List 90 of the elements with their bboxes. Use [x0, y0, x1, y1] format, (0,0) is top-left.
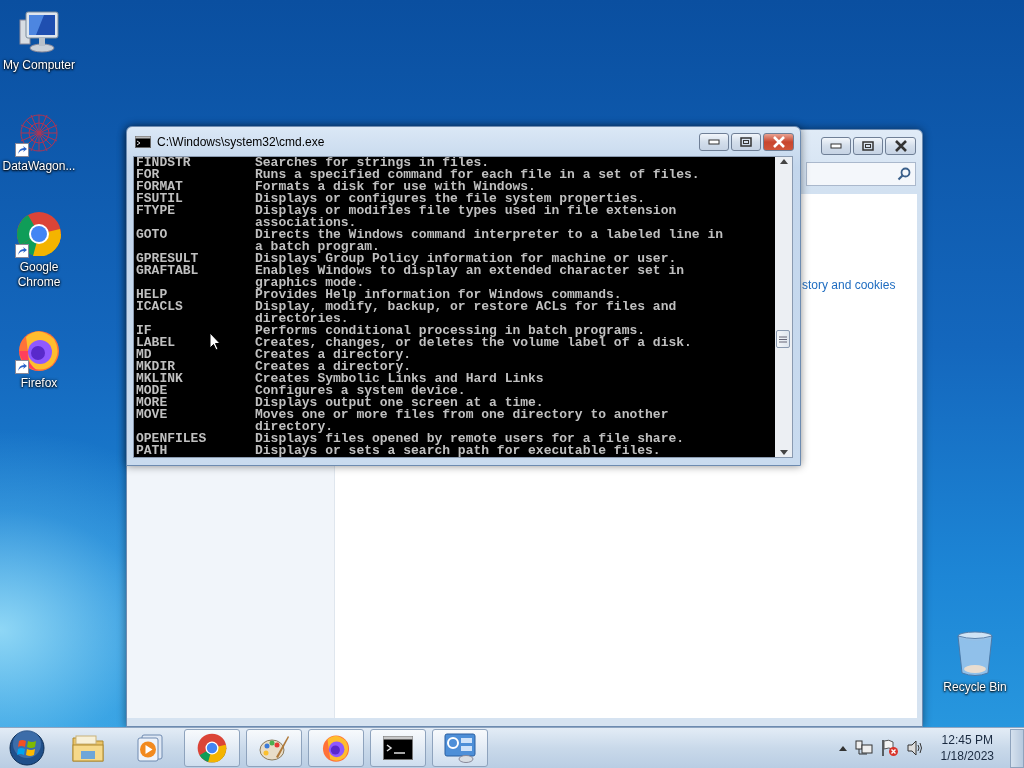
command-description: associations.: [255, 217, 357, 229]
desktop-icon-label[interactable]: Recycle Bin: [936, 680, 1014, 695]
command-name: OPENFILES: [136, 431, 207, 446]
command-description: directory.: [255, 421, 333, 433]
command-description: Configures a system device.: [255, 385, 466, 397]
network-icon[interactable]: [854, 740, 873, 756]
command-description: Searches for strings in files.: [255, 157, 490, 169]
scroll-up-icon[interactable]: [779, 159, 788, 164]
command-description: Displays files opened by remote users for a file share.: [255, 433, 685, 445]
command-name: IF: [136, 323, 152, 338]
command-description: directories.: [255, 313, 349, 325]
desktop-icon-label[interactable]: DataWagon...: [0, 159, 78, 174]
computer-icon: [16, 10, 62, 54]
command-description: Displays output one screen at a time.: [255, 397, 544, 409]
media-player-icon: [137, 734, 163, 762]
command-prompt-icon: [383, 736, 413, 760]
command-description: Runs a specified command for each file in a set of files.: [255, 169, 700, 181]
window-title: C:\Windows\system32\cmd.exe: [157, 134, 326, 149]
command-description: graphics mode.: [255, 277, 365, 289]
history-link[interactable]: story and cookies: [802, 278, 896, 292]
desktop-icon-label[interactable]: My Computer: [0, 58, 78, 73]
chrome-icon: [197, 733, 227, 763]
command-description: Performs conditional processing in batch programs.: [255, 325, 646, 337]
desktop-icon-label[interactable]: Firefox: [0, 376, 78, 391]
control-panel-icon: [444, 733, 476, 763]
volume-icon[interactable]: [906, 740, 925, 756]
firefox-icon: [321, 733, 351, 763]
command-name: MKDIR: [136, 359, 175, 374]
close-icon: [893, 140, 908, 152]
command-name: FTYPE: [136, 203, 175, 218]
command-description: Directs the Windows command interpreter to a labeled line in: [255, 229, 724, 241]
folder-icon: [72, 734, 104, 762]
minimize-icon: [830, 143, 842, 149]
search-icon: [897, 167, 911, 181]
command-description: Displays or sets a search path for executable files.: [255, 445, 661, 457]
command-name: MD: [136, 347, 152, 362]
network-graph-icon: [17, 111, 61, 155]
command-name: MOVE: [136, 407, 168, 422]
paint-palette-icon: [258, 733, 290, 763]
minimize-icon: [708, 138, 720, 145]
command-name: FSUTIL: [136, 191, 183, 206]
clock[interactable]: 12:45 PM 1/18/2023: [932, 732, 1002, 764]
maximize-button[interactable]: [731, 132, 761, 151]
command-name: ICACLS: [136, 299, 183, 314]
command-description: Displays or modifies file types used in file extension: [255, 205, 677, 217]
command-description: Displays or configures the file system properties.: [255, 193, 646, 205]
command-name: PATH: [136, 443, 168, 457]
command-name: LABEL: [136, 335, 175, 350]
flag-error-icon[interactable]: [880, 739, 899, 757]
command-description: Moves one or more files from one directory to another: [255, 409, 669, 421]
minimize-button[interactable]: [821, 137, 851, 155]
command-name: GOTO: [136, 227, 168, 242]
command-description: Creates Symbolic Links and Hard Links: [255, 373, 544, 385]
command-description: Displays Group Policy information for machine or user.: [255, 253, 677, 265]
maximize-button[interactable]: [853, 137, 883, 155]
scroll-thumb[interactable]: [776, 330, 790, 348]
command-description: Creates a directory.: [255, 361, 412, 373]
maximize-icon: [740, 136, 752, 147]
command-name: MORE: [136, 395, 168, 410]
chrome-icon: [16, 211, 62, 257]
grip-icon: [779, 335, 787, 343]
command-description: Formats a disk for use with Windows.: [255, 181, 536, 193]
desktop-icon-label[interactable]: Google Chrome: [0, 260, 78, 290]
command-description: Provides Help information for Windows commands.: [255, 289, 622, 301]
command-description: Creates a directory.: [255, 349, 412, 361]
command-name: FINDSTR: [136, 157, 191, 170]
scrollbar[interactable]: [775, 157, 792, 457]
command-prompt-icon: [135, 135, 151, 148]
taskbar-app-button[interactable]: [308, 729, 364, 767]
command-name: GRAFTABL: [136, 263, 199, 278]
scroll-down-icon[interactable]: [779, 450, 788, 455]
close-icon: [771, 135, 786, 148]
mouse-cursor-icon: [209, 332, 221, 351]
command-name: MKLINK: [136, 371, 183, 386]
command-description: a batch program.: [255, 241, 380, 253]
command-name: FORMAT: [136, 179, 183, 194]
maximize-icon: [862, 141, 874, 151]
command-description: Enables Windows to display an extended character set in: [255, 265, 685, 277]
command-description: Creates, changes, or deletes the volume label of a disk.: [255, 337, 692, 349]
command-name: MODE: [136, 383, 168, 398]
command-name: GPRESULT: [136, 251, 199, 266]
close-button[interactable]: [885, 137, 916, 155]
search-field[interactable]: [806, 162, 916, 186]
show-hidden-icons-icon[interactable]: [838, 745, 847, 751]
command-name: HELP: [136, 287, 168, 302]
minimize-button[interactable]: [699, 132, 729, 151]
recycle-bin-icon: [956, 631, 994, 677]
command-name: FOR: [136, 167, 160, 182]
command-description: Display, modify, backup, or restore ACLs for files and: [255, 301, 677, 313]
taskbar-app-button[interactable]: [370, 729, 426, 767]
